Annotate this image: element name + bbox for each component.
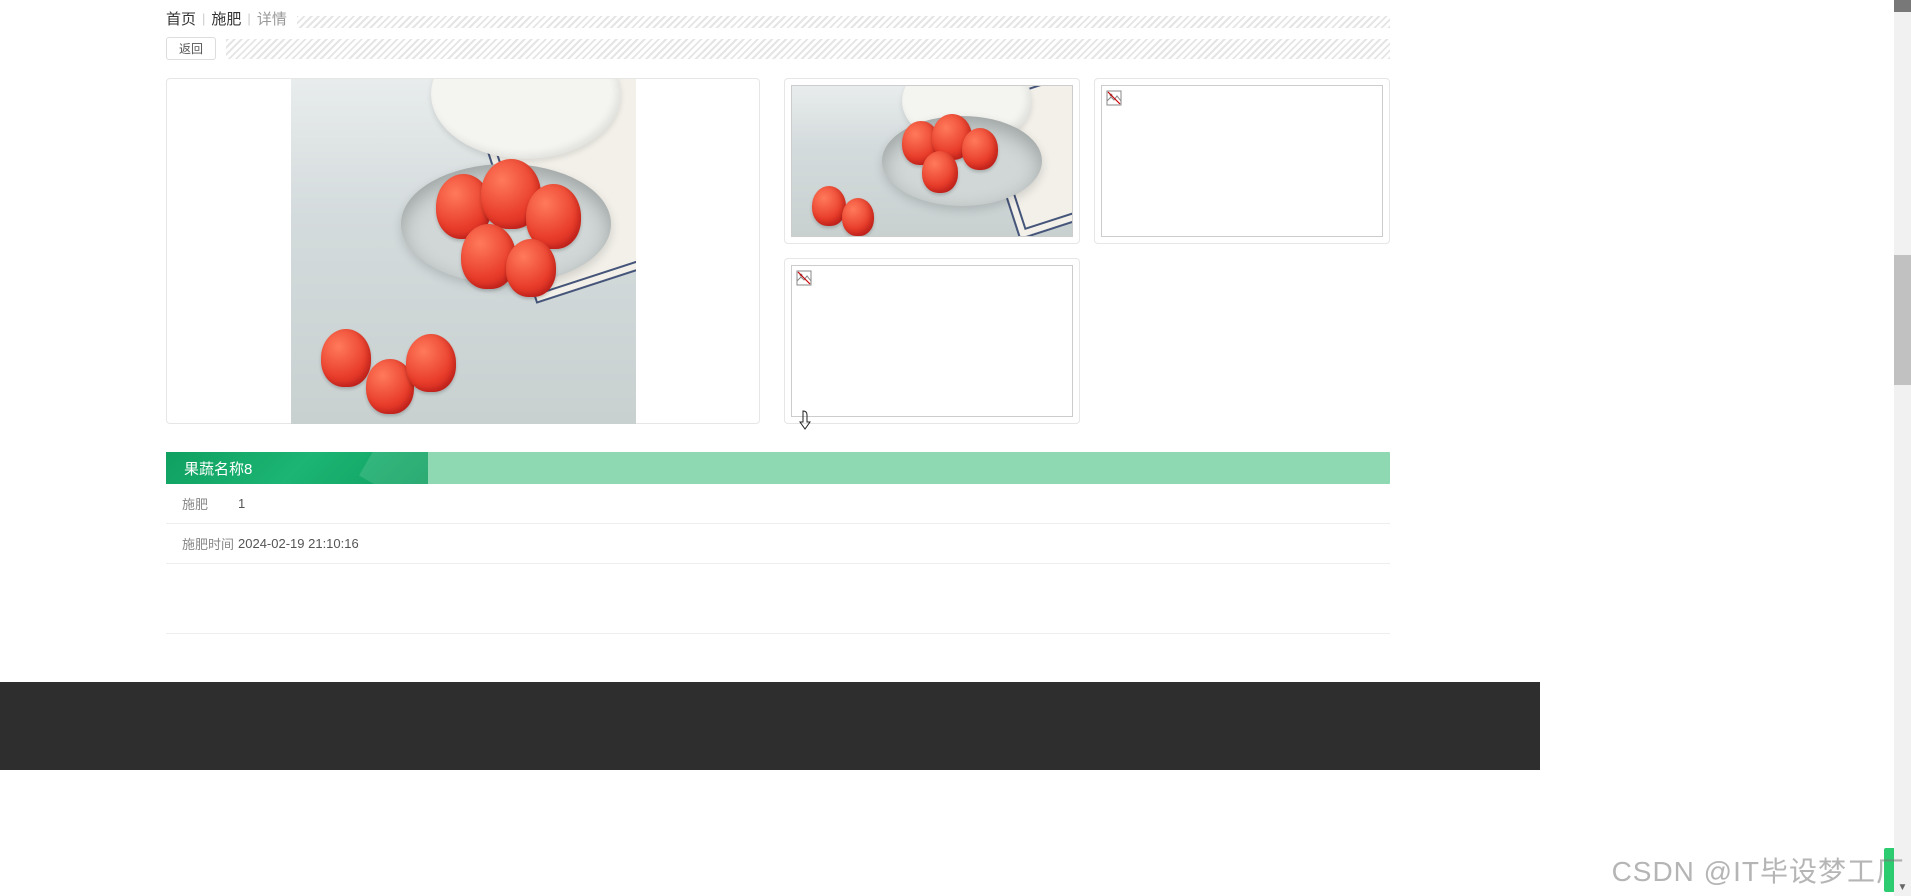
scrollbar-thumb[interactable]	[1894, 0, 1911, 12]
detail-label: 施肥	[182, 494, 238, 513]
breadcrumb-sep: |	[247, 11, 250, 26]
main-image-card	[166, 78, 760, 424]
decorative-hatch	[297, 16, 1390, 28]
detail-row: 施肥时间 2024-02-19 21:10:16	[166, 524, 1390, 564]
broken-image-icon	[796, 270, 812, 286]
breadcrumb-current: 详情	[257, 8, 287, 29]
detail-row: 施肥 1	[166, 484, 1390, 524]
breadcrumb-section[interactable]: 施肥	[211, 8, 241, 29]
thumbnail-grid	[784, 78, 1390, 424]
broken-image-icon	[1106, 90, 1122, 106]
main-image[interactable]	[291, 79, 636, 424]
scrollbar-thumb[interactable]	[1894, 255, 1911, 385]
scrollbar[interactable]: ▲ ▼	[1894, 0, 1911, 896]
title-bar: 果蔬名称8	[166, 452, 1390, 484]
thumbnail-1[interactable]	[784, 78, 1080, 244]
watermark: CSDN @IT毕设梦工厂	[1612, 850, 1905, 890]
back-button[interactable]: 返回	[166, 37, 216, 60]
scroll-down-icon[interactable]: ▼	[1894, 879, 1911, 896]
detail-list: 施肥 1 施肥时间 2024-02-19 21:10:16	[166, 484, 1390, 564]
thumbnail-2[interactable]	[1094, 78, 1390, 244]
page-footer	[0, 682, 1540, 770]
detail-value: 2024-02-19 21:10:16	[238, 536, 359, 551]
breadcrumb: 首页 | 施肥 | 详情	[166, 6, 1390, 37]
gallery	[166, 78, 1390, 424]
page-title: 果蔬名称8	[184, 458, 252, 479]
detail-value: 1	[238, 496, 245, 511]
decorative-hatch	[226, 39, 1390, 59]
breadcrumb-home[interactable]: 首页	[166, 8, 196, 29]
detail-label: 施肥时间	[182, 534, 238, 553]
breadcrumb-sep: |	[202, 11, 205, 26]
side-feedback-tab[interactable]	[1884, 848, 1894, 892]
thumbnail-3[interactable]	[784, 258, 1080, 424]
content-spacer	[166, 564, 1390, 634]
